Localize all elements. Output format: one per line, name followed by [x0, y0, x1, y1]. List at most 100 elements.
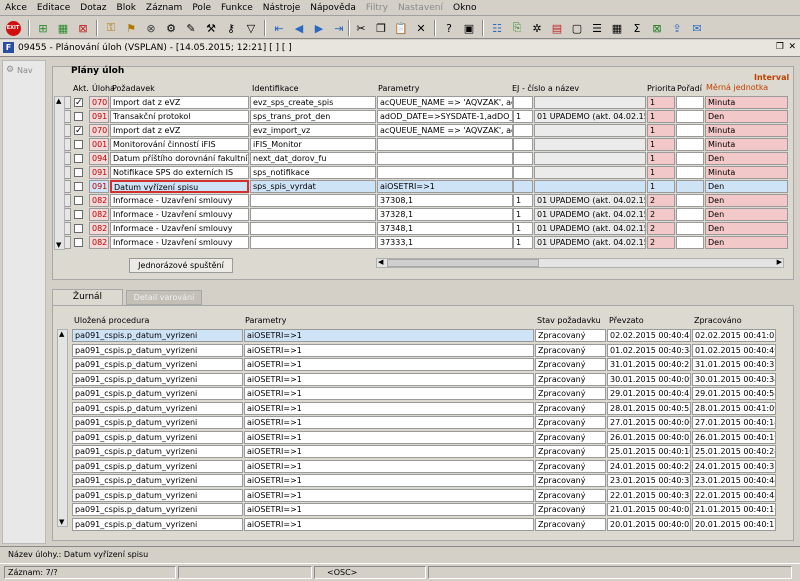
journal-param-cell[interactable]: aiOSETRI=>1	[244, 474, 534, 487]
zpracovano-cell[interactable]: 26.01.2015 00:40:19	[692, 430, 776, 444]
filter-icon[interactable]: ▽	[242, 19, 260, 37]
parametry-cell[interactable]: 37333,1	[377, 236, 513, 249]
journal-scroll-up-icon[interactable]: ▲	[59, 330, 64, 338]
poradi-cell[interactable]	[676, 208, 704, 221]
jednotka-cell[interactable]: Den	[705, 222, 788, 235]
exit-icon[interactable]: EXIT	[4, 19, 22, 37]
cut-icon[interactable]: ✂	[352, 19, 370, 37]
prevzato-cell[interactable]: 02.02.2015 00:40:46	[607, 329, 691, 342]
journal-param-cell[interactable]: aiOSETRI=>1	[244, 329, 534, 342]
pozadavek-cell[interactable]: Monitorování činností iFIS	[110, 138, 249, 151]
excel-icon[interactable]: ⊠	[648, 19, 666, 37]
jednotka-cell[interactable]: Den	[705, 180, 788, 193]
parametry-cell[interactable]: acQUEUE_NAME => 'AQVZAK', ac	[377, 124, 513, 137]
plans-vertical-scrollbar[interactable]: ▲ ▼	[54, 96, 65, 250]
menu-item-zaznam[interactable]: Záznam	[141, 0, 187, 16]
journal-param-cell[interactable]: aiOSETRI=>1	[244, 430, 534, 444]
active-checkbox[interactable]	[74, 224, 83, 233]
prevzato-cell[interactable]: 20.01.2015 00:40:02	[607, 517, 691, 531]
priorita-cell[interactable]: 1	[647, 180, 675, 193]
stav-cell[interactable]: Zpracovaný	[535, 517, 606, 531]
poradi-cell[interactable]	[676, 194, 704, 207]
journal-param-cell[interactable]: aiOSETRI=>1	[244, 358, 534, 371]
last-record-icon[interactable]: ⇥	[330, 19, 348, 37]
scroll-down-icon[interactable]: ▼	[56, 241, 61, 249]
pozadavek-cell[interactable]: Transakční protokol	[110, 110, 249, 123]
identifikace-cell[interactable]: sps_spis_vyrdat	[250, 180, 376, 193]
stav-cell[interactable]: Zpracovaný	[535, 358, 606, 371]
uloha-cell[interactable]: 082	[89, 194, 109, 207]
ej-name-cell[interactable]: 01 UPADEMO (akt. 04.02.15	[534, 194, 646, 207]
pozadavek-cell[interactable]: Informace - Uzavření smlouvy	[110, 236, 249, 249]
active-checkbox[interactable]	[74, 112, 83, 121]
procedure-cell[interactable]: pa091_cspis.p_datum_vyrizeni	[72, 445, 243, 458]
poradi-cell[interactable]	[676, 236, 704, 249]
journal-param-cell[interactable]: aiOSETRI=>1	[244, 387, 534, 400]
ej-name-cell[interactable]: 01 UPADEMO (akt. 04.02.15	[534, 222, 646, 235]
restore-icon[interactable]: ❐	[776, 42, 784, 52]
ej-name-cell[interactable]: 01 UPADEMO (akt. 04.02.15	[534, 110, 646, 123]
edit-icon[interactable]: ✎	[182, 19, 200, 37]
menu-item-dotaz[interactable]: Dotaz	[75, 0, 111, 16]
scroll-right-icon[interactable]: ▶	[777, 258, 782, 266]
procedure-cell[interactable]: pa091_cspis.p_datum_vyrizeni	[72, 430, 243, 444]
menu-item-filtry[interactable]: Filtry	[361, 0, 393, 16]
menu-item-okno[interactable]: Okno	[448, 0, 482, 16]
stav-cell[interactable]: Zpracovaný	[535, 430, 606, 444]
uloha-cell[interactable]: 091	[89, 166, 109, 179]
active-checkbox[interactable]	[74, 140, 83, 149]
notes-icon[interactable]: ☷	[488, 19, 506, 37]
jednotka-cell[interactable]: Den	[705, 236, 788, 249]
uloha-cell[interactable]: 070	[89, 124, 109, 137]
ej-name-cell[interactable]	[534, 152, 646, 165]
prevzato-cell[interactable]: 21.01.2015 00:40:03	[607, 503, 691, 516]
zpracovano-cell[interactable]: 22.01.2015 00:40:48	[692, 488, 776, 502]
identifikace-cell[interactable]: sps_trans_prot_den	[250, 110, 376, 123]
procedure-cell[interactable]: pa091_cspis.p_datum_vyrizeni	[72, 343, 243, 357]
ej-name-cell[interactable]: 01 UPADEMO (akt. 04.02.15	[534, 236, 646, 249]
ej-number-cell[interactable]: 1	[513, 110, 533, 123]
scroll-left-icon[interactable]: ◀	[378, 258, 383, 266]
jednotka-cell[interactable]: Den	[705, 194, 788, 207]
prevzato-cell[interactable]: 27.01.2015 00:40:00	[607, 416, 691, 429]
active-checkbox[interactable]	[74, 154, 83, 163]
zpracovano-cell[interactable]: 24.01.2015 00:40:31	[692, 459, 776, 473]
active-checkbox[interactable]	[74, 196, 83, 205]
jednotka-cell[interactable]: Den	[705, 208, 788, 221]
cancel-query-icon[interactable]: ⊗	[142, 19, 160, 37]
menu-item-editace[interactable]: Editace	[32, 0, 75, 16]
menu-item-napoveda[interactable]: Nápověda	[305, 0, 361, 16]
close-icon[interactable]: ✕	[788, 42, 796, 52]
zpracovano-cell[interactable]: 30.01.2015 00:40:34	[692, 372, 776, 386]
parametry-cell[interactable]	[377, 166, 513, 179]
active-checkbox[interactable]: ✓	[74, 126, 83, 136]
priorita-cell[interactable]: 1	[647, 166, 675, 179]
journal-scroll-down-icon[interactable]: ▼	[59, 518, 64, 526]
stav-cell[interactable]: Zpracovaný	[535, 387, 606, 400]
zpracovano-cell[interactable]: 23.01.2015 00:40:44	[692, 474, 776, 487]
poradi-cell[interactable]	[676, 222, 704, 235]
zpracovano-cell[interactable]: 20.01.2015 00:40:17	[692, 517, 776, 531]
active-checkbox[interactable]	[74, 168, 83, 177]
identifikace-cell[interactable]: evz_import_vz	[250, 124, 376, 137]
ej-number-cell[interactable]	[513, 152, 533, 165]
priorita-cell[interactable]: 1	[647, 124, 675, 137]
priorita-cell[interactable]: 1	[647, 96, 675, 109]
zpracovano-cell[interactable]: 31.01.2015 00:40:37	[692, 358, 776, 371]
journal-param-cell[interactable]: aiOSETRI=>1	[244, 488, 534, 502]
ej-number-cell[interactable]: 1	[513, 194, 533, 207]
tab-detail-varovani[interactable]: Detail varování	[126, 290, 202, 305]
stav-cell[interactable]: Zpracovaný	[535, 459, 606, 473]
scroll-thumb[interactable]	[387, 259, 539, 267]
ej-number-cell[interactable]: 1	[513, 236, 533, 249]
pozadavek-cell[interactable]: Import dat z eVZ	[110, 96, 249, 109]
procedure-cell[interactable]: pa091_cspis.p_datum_vyrizeni	[72, 387, 243, 400]
clear-icon[interactable]: ✕	[412, 19, 430, 37]
journal-param-cell[interactable]: aiOSETRI=>1	[244, 343, 534, 357]
ej-name-cell[interactable]: 01 UPADEMO (akt. 04.02.15	[534, 208, 646, 221]
jednotka-cell[interactable]: Den	[705, 110, 788, 123]
prevzato-cell[interactable]: 23.01.2015 00:40:31	[607, 474, 691, 487]
identifikace-cell[interactable]	[250, 194, 376, 207]
zpracovano-cell[interactable]: 25.01.2015 00:40:24	[692, 445, 776, 458]
nav-pane[interactable]: ⚙ Nav	[2, 60, 46, 544]
